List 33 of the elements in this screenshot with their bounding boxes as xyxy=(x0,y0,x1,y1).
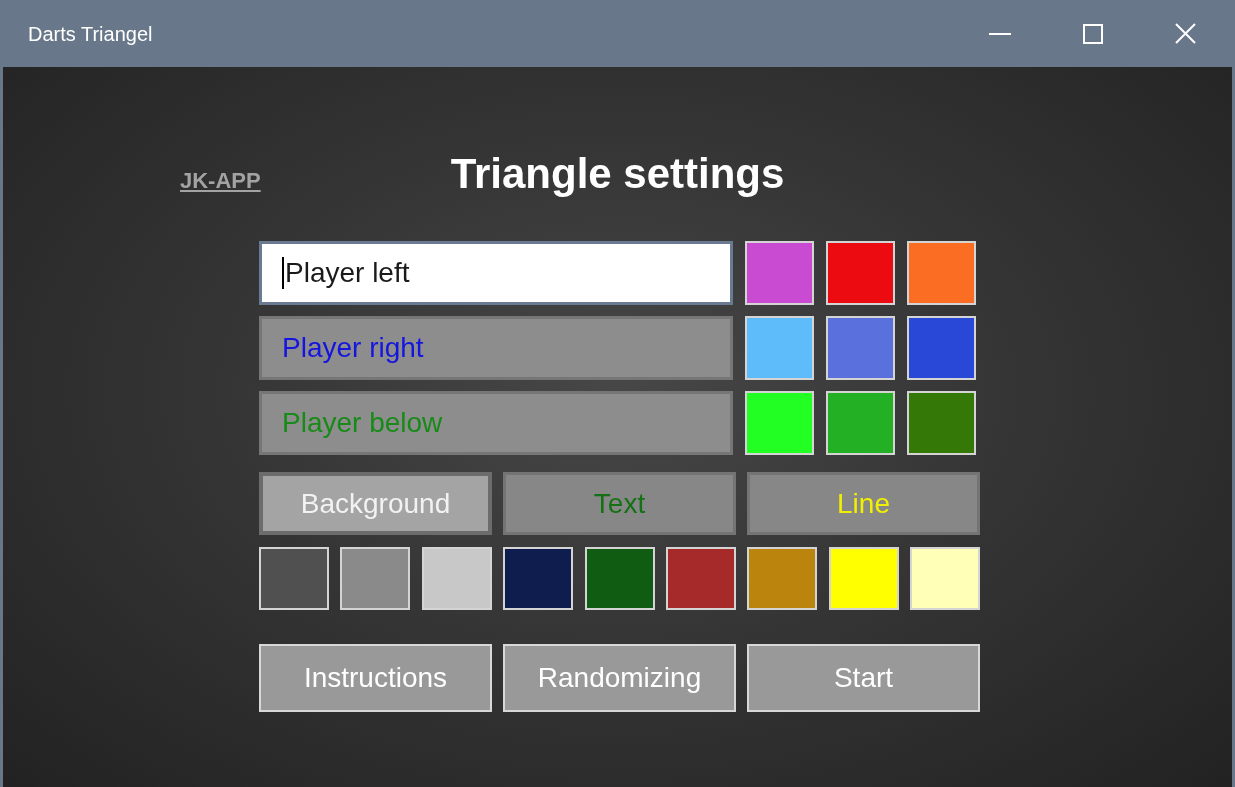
app-link[interactable]: JK-APP xyxy=(180,168,261,193)
color-swatch-icon[interactable] xyxy=(340,547,411,610)
player-name-field[interactable]: Player right xyxy=(259,316,733,380)
close-icon xyxy=(1175,23,1196,44)
color-swatch-icon[interactable] xyxy=(747,547,818,610)
color-swatch-icon[interactable] xyxy=(745,241,814,305)
color-swatch-icon[interactable] xyxy=(826,391,895,455)
start-button[interactable]: Start xyxy=(747,644,980,712)
color-swatch-icon[interactable] xyxy=(826,241,895,305)
color-swatch-icon[interactable] xyxy=(828,547,899,610)
page-heading: Triangle settings xyxy=(450,149,785,199)
instructions-button[interactable]: Instructions xyxy=(259,644,492,712)
randomize-button[interactable]: Randomizing xyxy=(503,644,736,712)
color-swatch-icon[interactable] xyxy=(421,547,492,610)
color-swatch-icon[interactable] xyxy=(910,547,980,610)
color-swatch-icon[interactable] xyxy=(584,547,655,610)
color-swatch-icon[interactable] xyxy=(745,316,814,380)
line-color-tab[interactable]: Line xyxy=(747,472,980,535)
minimize-icon xyxy=(988,32,1011,35)
background-tab[interactable]: Background xyxy=(259,472,492,535)
text-color-tab[interactable]: Text xyxy=(503,472,736,535)
color-swatch-icon[interactable] xyxy=(665,547,736,610)
color-swatch-icon[interactable] xyxy=(907,241,976,305)
color-swatch-icon[interactable] xyxy=(745,391,814,455)
color-swatch-icon[interactable] xyxy=(503,547,574,610)
color-swatch-icon[interactable] xyxy=(259,547,329,610)
color-swatch-icon[interactable] xyxy=(826,316,895,380)
maximize-icon xyxy=(1082,23,1103,44)
color-swatch-icon[interactable] xyxy=(907,391,976,455)
color-swatch-icon[interactable] xyxy=(907,316,976,380)
window-title: Darts Triangel xyxy=(28,21,153,47)
player-name-field[interactable]: Player left xyxy=(259,241,733,305)
text-cursor-icon xyxy=(282,257,284,289)
